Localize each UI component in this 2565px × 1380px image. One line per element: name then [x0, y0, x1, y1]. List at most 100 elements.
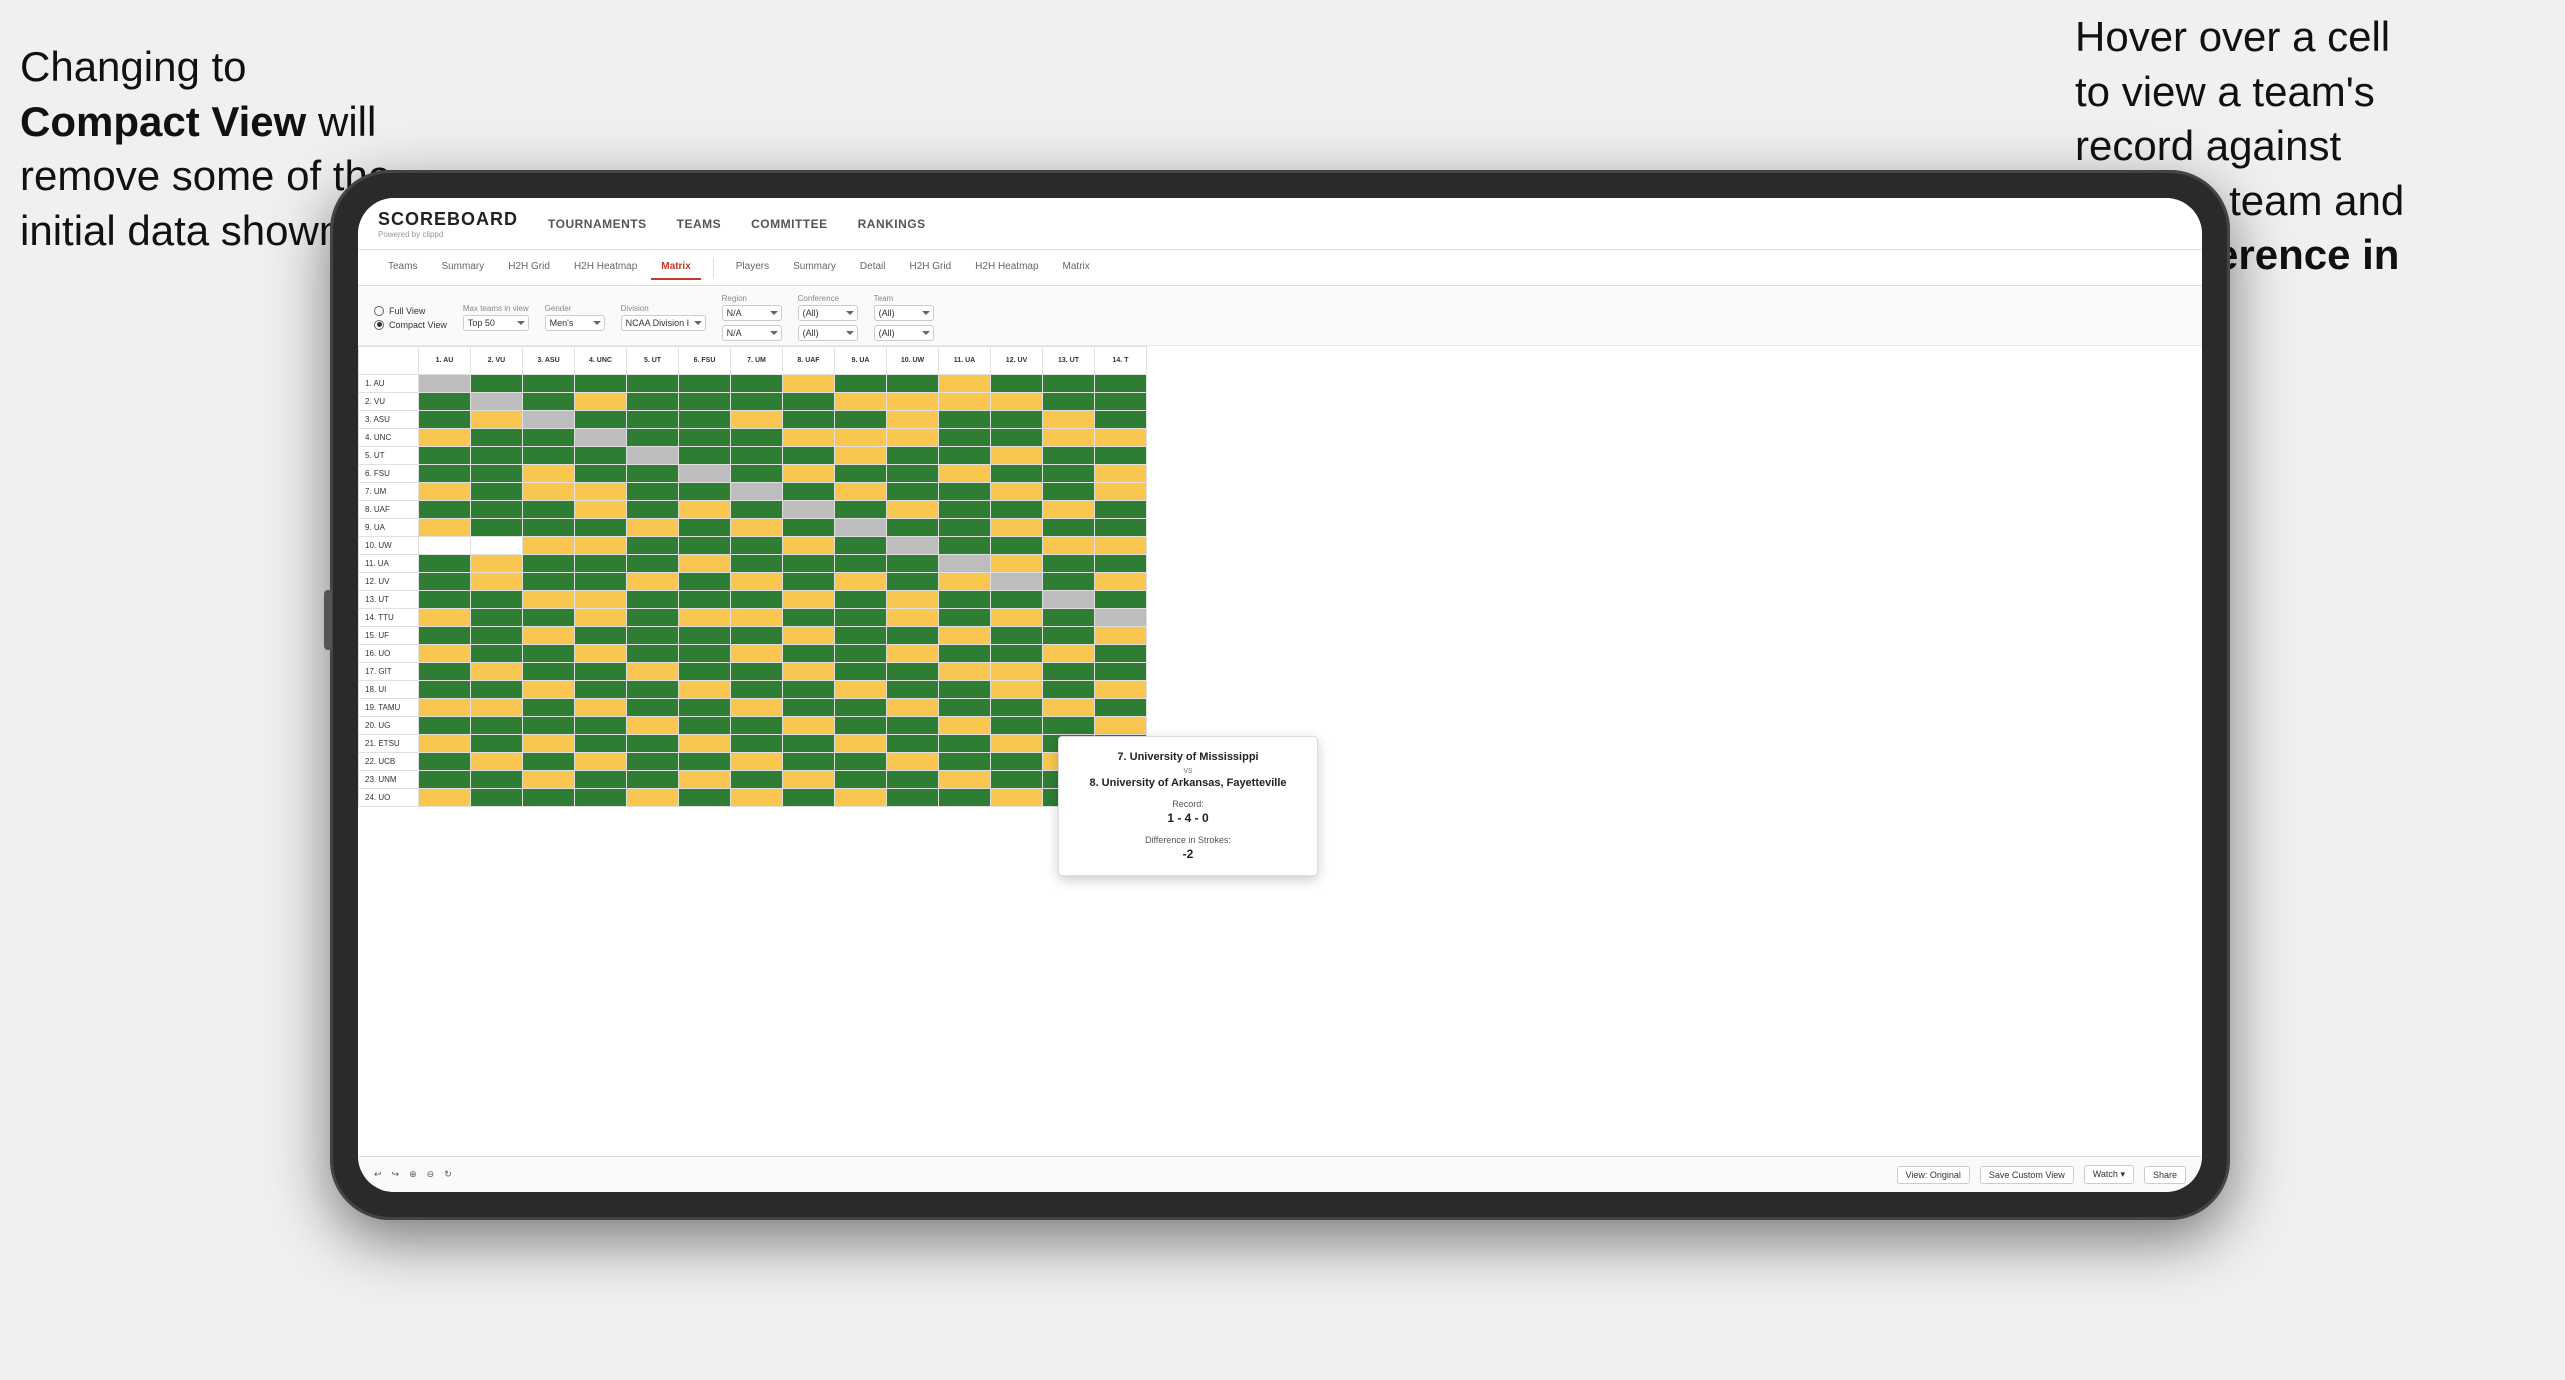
matrix-cell[interactable]	[575, 753, 627, 771]
matrix-cell[interactable]	[939, 465, 991, 483]
matrix-cell[interactable]	[679, 699, 731, 717]
tab-summary2[interactable]: Summary	[783, 255, 846, 280]
matrix-cell[interactable]	[939, 483, 991, 501]
tab-h2h-heatmap2[interactable]: H2H Heatmap	[965, 255, 1048, 280]
matrix-cell[interactable]	[939, 681, 991, 699]
matrix-cell[interactable]	[835, 645, 887, 663]
matrix-cell[interactable]	[783, 411, 835, 429]
matrix-cell[interactable]	[731, 591, 783, 609]
matrix-cell[interactable]	[991, 429, 1043, 447]
matrix-cell[interactable]	[679, 465, 731, 483]
matrix-cell[interactable]	[887, 591, 939, 609]
matrix-cell[interactable]	[627, 735, 679, 753]
matrix-cell[interactable]	[783, 447, 835, 465]
matrix-cell[interactable]	[887, 627, 939, 645]
matrix-cell[interactable]	[575, 429, 627, 447]
team-select2[interactable]: (All)	[874, 325, 934, 341]
matrix-cell[interactable]	[523, 465, 575, 483]
matrix-cell[interactable]	[523, 609, 575, 627]
matrix-cell[interactable]	[523, 681, 575, 699]
matrix-cell[interactable]	[939, 699, 991, 717]
matrix-cell[interactable]	[939, 375, 991, 393]
matrix-cell[interactable]	[1043, 411, 1095, 429]
matrix-cell[interactable]	[991, 591, 1043, 609]
matrix-cell[interactable]	[783, 735, 835, 753]
tab-detail[interactable]: Detail	[850, 255, 896, 280]
matrix-cell[interactable]	[835, 663, 887, 681]
matrix-cell[interactable]	[627, 609, 679, 627]
matrix-cell[interactable]	[731, 465, 783, 483]
matrix-cell[interactable]	[575, 681, 627, 699]
matrix-cell[interactable]	[1043, 645, 1095, 663]
matrix-cell[interactable]	[471, 645, 523, 663]
matrix-cell[interactable]	[419, 753, 471, 771]
matrix-cell[interactable]	[835, 573, 887, 591]
matrix-cell[interactable]	[471, 573, 523, 591]
gender-select[interactable]: Men's	[545, 315, 605, 331]
matrix-cell[interactable]	[991, 375, 1043, 393]
matrix-cell[interactable]	[523, 735, 575, 753]
matrix-cell[interactable]	[887, 771, 939, 789]
matrix-cell[interactable]	[523, 591, 575, 609]
matrix-cell[interactable]	[1095, 717, 1147, 735]
nav-tournaments[interactable]: TOURNAMENTS	[548, 217, 647, 231]
matrix-cell[interactable]	[1043, 483, 1095, 501]
matrix-cell[interactable]	[835, 609, 887, 627]
undo-btn[interactable]: ↩	[374, 1169, 382, 1180]
matrix-cell[interactable]	[679, 663, 731, 681]
matrix-cell[interactable]	[575, 519, 627, 537]
matrix-cell[interactable]	[1043, 591, 1095, 609]
matrix-cell[interactable]	[991, 735, 1043, 753]
matrix-cell[interactable]	[887, 555, 939, 573]
matrix-cell[interactable]	[939, 789, 991, 807]
matrix-cell[interactable]	[627, 681, 679, 699]
matrix-cell[interactable]	[783, 537, 835, 555]
matrix-cell[interactable]	[835, 375, 887, 393]
matrix-cell[interactable]	[627, 627, 679, 645]
matrix-cell[interactable]	[471, 429, 523, 447]
matrix-cell[interactable]	[575, 699, 627, 717]
matrix-cell[interactable]	[887, 789, 939, 807]
matrix-cell[interactable]	[627, 519, 679, 537]
region-select1[interactable]: N/A	[722, 305, 782, 321]
matrix-cell[interactable]	[731, 645, 783, 663]
matrix-cell[interactable]	[627, 375, 679, 393]
matrix-cell[interactable]	[419, 375, 471, 393]
matrix-cell[interactable]	[991, 627, 1043, 645]
matrix-cell[interactable]	[783, 753, 835, 771]
region-select2[interactable]: N/A	[722, 325, 782, 341]
matrix-cell[interactable]	[419, 609, 471, 627]
matrix-cell[interactable]	[627, 393, 679, 411]
matrix-cell[interactable]	[679, 501, 731, 519]
matrix-cell[interactable]	[783, 519, 835, 537]
matrix-cell[interactable]	[471, 465, 523, 483]
matrix-cell[interactable]	[471, 753, 523, 771]
matrix-cell[interactable]	[991, 465, 1043, 483]
matrix-cell[interactable]	[575, 375, 627, 393]
matrix-cell[interactable]	[419, 411, 471, 429]
matrix-cell[interactable]	[679, 573, 731, 591]
matrix-cell[interactable]	[575, 789, 627, 807]
matrix-cell[interactable]	[887, 609, 939, 627]
matrix-cell[interactable]	[627, 753, 679, 771]
matrix-cell[interactable]	[679, 753, 731, 771]
matrix-cell[interactable]	[887, 501, 939, 519]
tab-h2h-grid2[interactable]: H2H Grid	[899, 255, 961, 280]
share-btn[interactable]: Share	[2144, 1166, 2186, 1184]
matrix-cell[interactable]	[887, 735, 939, 753]
matrix-cell[interactable]	[575, 483, 627, 501]
matrix-cell[interactable]	[679, 789, 731, 807]
matrix-cell[interactable]	[939, 717, 991, 735]
matrix-cell[interactable]	[731, 411, 783, 429]
matrix-cell[interactable]	[679, 483, 731, 501]
matrix-cell[interactable]	[835, 501, 887, 519]
matrix-cell[interactable]	[679, 735, 731, 753]
matrix-cell[interactable]	[1043, 537, 1095, 555]
nav-committee[interactable]: COMMITTEE	[751, 217, 828, 231]
matrix-cell[interactable]	[731, 681, 783, 699]
matrix-cell[interactable]	[991, 789, 1043, 807]
matrix-cell[interactable]	[679, 681, 731, 699]
matrix-cell[interactable]	[887, 717, 939, 735]
matrix-cell[interactable]	[783, 483, 835, 501]
matrix-cell[interactable]	[575, 735, 627, 753]
